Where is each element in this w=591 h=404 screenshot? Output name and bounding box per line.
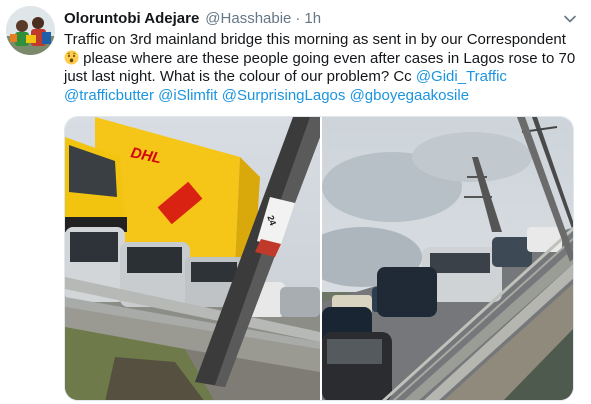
hushed-face-emoji (64, 49, 79, 65)
tweet-text-line1: Traffic on 3rd mainland bridge this morn… (64, 31, 566, 48)
tweet-header: Oloruntobi Adejare @Hasshabie · 1h (64, 10, 321, 28)
tweet-text-line2: please where are these people going even… (79, 49, 576, 67)
tweet-timestamp[interactable]: 1h (304, 10, 321, 27)
tweet-text: Traffic on 3rd mainland bridge this morn… (64, 31, 584, 105)
chevron-down-icon[interactable] (563, 12, 577, 26)
mention-link[interactable]: @gboyegaakosile (350, 87, 469, 104)
traffic-photo-right-image (322, 117, 573, 400)
traffic-photo-right[interactable] (322, 117, 573, 400)
tweet-card[interactable]: Oloruntobi Adejare @Hasshabie · 1h Traff… (0, 0, 591, 404)
mention-link[interactable]: @SurprisingLagos (222, 87, 346, 104)
mention-link[interactable]: @trafficbutter (64, 87, 154, 104)
separator-dot: · (295, 10, 301, 27)
traffic-photo-left-image: DHL 24 (65, 117, 320, 400)
mention-link[interactable]: @Gidi_Traffic (416, 68, 507, 85)
tweet-text-line3: just last night. What is the colour of o… (64, 68, 416, 85)
author-handle[interactable]: @Hasshabie (205, 10, 291, 27)
traffic-photo-left[interactable]: DHL 24 (65, 117, 320, 400)
tweet-media: DHL 24 (64, 116, 574, 401)
author-avatar[interactable] (6, 6, 55, 55)
mention-link[interactable]: @iSlimfit (158, 87, 217, 104)
author-name[interactable]: Oloruntobi Adejare (64, 10, 199, 27)
avatar-image (6, 6, 55, 55)
